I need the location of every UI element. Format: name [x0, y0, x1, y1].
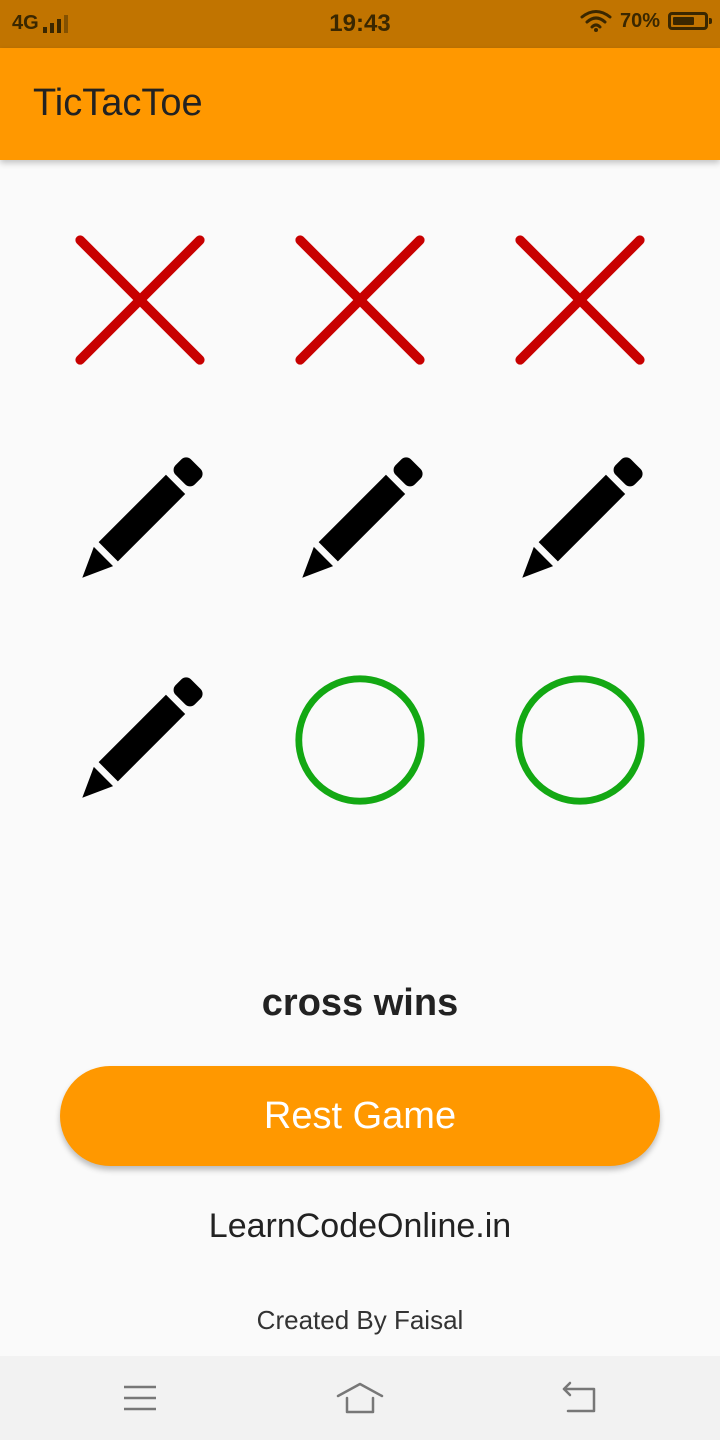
board-cell[interactable] — [250, 190, 470, 410]
game-board — [30, 190, 690, 850]
pencil-icon — [522, 457, 643, 578]
board-cell[interactable] — [250, 630, 470, 850]
board-cell[interactable] — [250, 410, 470, 630]
back-button[interactable] — [550, 1372, 610, 1424]
home-button[interactable] — [330, 1372, 390, 1424]
cross-icon — [515, 235, 645, 365]
home-icon — [336, 1382, 384, 1414]
wifi-icon — [580, 10, 612, 32]
cross-icon — [295, 235, 425, 365]
board-cell[interactable] — [470, 410, 690, 630]
pencil-icon — [82, 457, 203, 578]
battery-level — [673, 17, 694, 25]
board-cell[interactable] — [30, 630, 250, 850]
board-cell[interactable] — [470, 630, 690, 850]
status-bar: 4G 19:43 70% — [0, 0, 720, 48]
board-cell[interactable] — [30, 410, 250, 630]
battery-icon — [668, 12, 712, 30]
cross-icon — [75, 235, 205, 365]
navigation-bar — [0, 1356, 720, 1440]
circle-icon — [515, 675, 645, 805]
battery-percent: 70% — [619, 9, 660, 32]
menu-icon — [124, 1385, 156, 1411]
board-cell[interactable] — [30, 190, 250, 410]
app-bar: TicTacToe — [0, 48, 720, 160]
result-text: cross wins — [261, 982, 459, 1024]
credit-text: Created By Faisal — [256, 1305, 464, 1335]
site-link-text: LearnCodeOnline.in — [208, 1207, 512, 1245]
circle-icon — [295, 675, 425, 805]
board-cell[interactable] — [470, 190, 690, 410]
reset-game-button[interactable]: Rest Game — [60, 1066, 660, 1166]
pencil-icon — [302, 457, 423, 578]
back-icon — [562, 1381, 596, 1413]
status-right: 70% — [580, 9, 712, 33]
app-title: TicTacToe — [33, 82, 203, 124]
menu-button[interactable] — [110, 1372, 170, 1424]
pencil-icon — [82, 677, 203, 798]
